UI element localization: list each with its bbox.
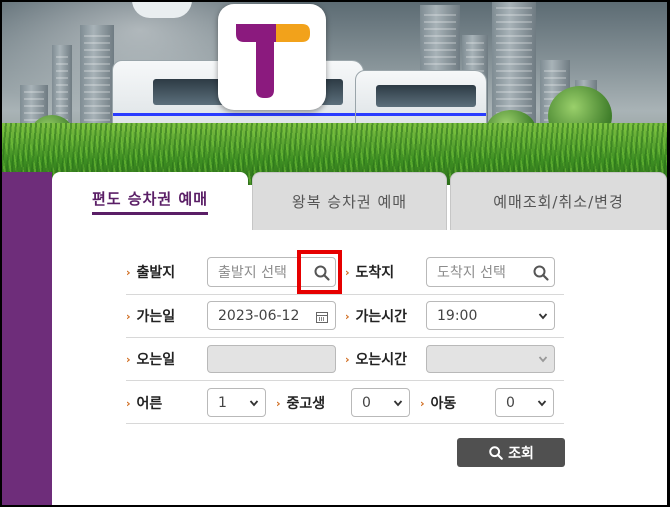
chevron-right-icon: › [126,309,131,323]
child-label: › 아동 [420,393,456,413]
chevron-right-icon: › [126,265,131,279]
depart-date-value: 2023-06-12 [218,307,300,324]
student-count-select[interactable]: 0 [351,388,410,417]
chevron-right-icon: › [345,309,350,323]
chevron-right-icon: › [126,396,131,410]
tab-round-trip[interactable]: 왕복 승차권 예매 [252,172,447,230]
calendar-icon[interactable] [316,312,328,323]
departure-placeholder: 출발지 선택 [218,265,287,281]
search-icon[interactable] [532,264,550,282]
brand-logo [218,4,326,110]
child-count-select[interactable]: 0 [495,388,554,417]
chevron-right-icon: › [345,352,350,366]
adult-label: › 어른 [126,393,162,413]
arrival-label: › 도착지 [345,262,394,282]
departure-label: › 출발지 [126,262,175,282]
tab-one-way[interactable]: 편도 승차권 예매 [52,172,248,230]
side-accent-strip [0,172,62,507]
student-label-text: 중고생 [286,396,326,412]
row-divider [126,294,564,295]
chevron-down-icon [532,302,554,329]
depart-time-select[interactable]: 19:00 [426,301,555,330]
adult-label-text: 어른 [136,396,163,412]
child-count-value: 0 [506,394,515,411]
tab-round-trip-label: 왕복 승차권 예매 [291,193,408,211]
return-time-label-text: 오는시간 [355,352,408,368]
booking-tabs: 편도 승차권 예매 왕복 승차권 예매 예매조회/취소/변경 [52,172,667,230]
chevron-right-icon: › [276,396,281,410]
return-date-label-text: 오는일 [136,352,176,368]
search-icon [489,445,503,460]
cloud [132,0,192,18]
return-date-input [207,345,336,373]
depart-time-label-text: 가는시간 [355,309,408,325]
depart-date-input[interactable]: 2023-06-12 [207,301,336,330]
chevron-down-icon [532,346,554,372]
chevron-down-icon [243,389,265,416]
adult-count-value: 1 [218,394,227,411]
depart-date-label-text: 가는일 [136,309,176,325]
arrival-field[interactable]: 도착지 선택 [426,257,555,287]
tab-lookup-label: 예매조회/취소/변경 [493,193,624,211]
chevron-right-icon: › [420,396,425,410]
hero-banner [0,0,670,185]
student-count-value: 0 [362,394,371,411]
row-divider [126,423,564,424]
student-label: › 중고생 [276,393,325,413]
child-label-text: 아동 [430,396,457,412]
chevron-right-icon: › [126,352,131,366]
chevron-down-icon [387,389,409,416]
search-button-label: 조회 [508,445,534,462]
search-button[interactable]: 조회 [457,438,565,467]
tab-lookup-cancel-change[interactable]: 예매조회/취소/변경 [450,172,667,230]
adult-count-select[interactable]: 1 [207,388,266,417]
tab-one-way-label: 편도 승차권 예매 [91,188,209,215]
arrival-label-text: 도착지 [355,265,395,281]
row-divider [126,380,564,381]
return-date-label: › 오는일 [126,349,175,369]
highlight-box [297,250,342,294]
depart-time-value: 19:00 [437,307,478,324]
departure-label-text: 출발지 [136,265,176,281]
chevron-right-icon: › [345,265,350,279]
arrival-placeholder: 도착지 선택 [437,265,506,281]
depart-date-label: › 가는일 [126,306,175,326]
row-divider [126,337,564,338]
return-time-select [426,345,555,373]
return-time-label: › 오는시간 [345,349,407,369]
chevron-down-icon [531,389,553,416]
depart-time-label: › 가는시간 [345,306,407,326]
